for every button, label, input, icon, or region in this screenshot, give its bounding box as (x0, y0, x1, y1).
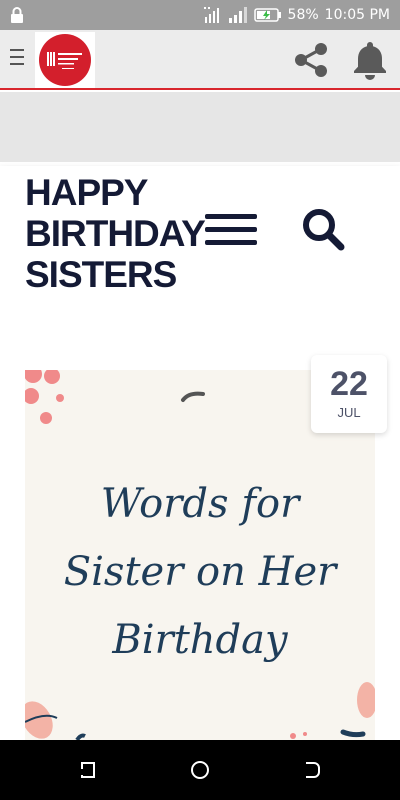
image-caption-line: Sister on Her (63, 549, 337, 595)
logo-mark (39, 34, 91, 86)
site-title-line: HAPPY (25, 172, 148, 213)
lock-icon (11, 7, 23, 23)
menu-handle-icon[interactable] (10, 49, 24, 69)
recents-icon[interactable] (76, 758, 100, 782)
site-title-line: SISTERS (25, 254, 177, 295)
site-title[interactable]: HAPPY BIRTHDAY SISTERS (25, 172, 215, 295)
system-nav-bar (0, 740, 400, 800)
date-day: 22 (330, 365, 368, 403)
content-spacer (0, 92, 400, 162)
back-icon[interactable] (300, 758, 324, 782)
image-caption: Words for Sister on Her Birthday (25, 470, 375, 674)
clock: 10:05 PM (324, 7, 390, 23)
signal-icon (228, 7, 247, 23)
status-right: 58% 10:05 PM (203, 0, 390, 30)
site-title-line: BIRTHDAY (25, 213, 206, 254)
date-month: JUL (337, 405, 361, 420)
image-caption-line: Birthday (112, 617, 288, 663)
logo-emblem-icon (47, 52, 82, 69)
date-badge: 22 JUL (311, 355, 387, 433)
sim-signal-icon (203, 7, 219, 23)
bell-icon[interactable] (350, 39, 390, 81)
app-bar (0, 30, 400, 90)
battery-charging-icon (253, 8, 281, 22)
battery-percent: 58% (287, 7, 319, 23)
search-icon[interactable] (300, 206, 346, 252)
hamburger-menu-icon[interactable] (205, 214, 257, 246)
image-caption-line: Words for (100, 481, 300, 527)
home-icon[interactable] (188, 758, 212, 782)
app-logo[interactable] (35, 32, 95, 88)
status-bar: 58% 10:05 PM (0, 0, 400, 30)
share-icon[interactable] (290, 39, 332, 81)
site-header: HAPPY BIRTHDAY SISTERS (0, 166, 400, 296)
